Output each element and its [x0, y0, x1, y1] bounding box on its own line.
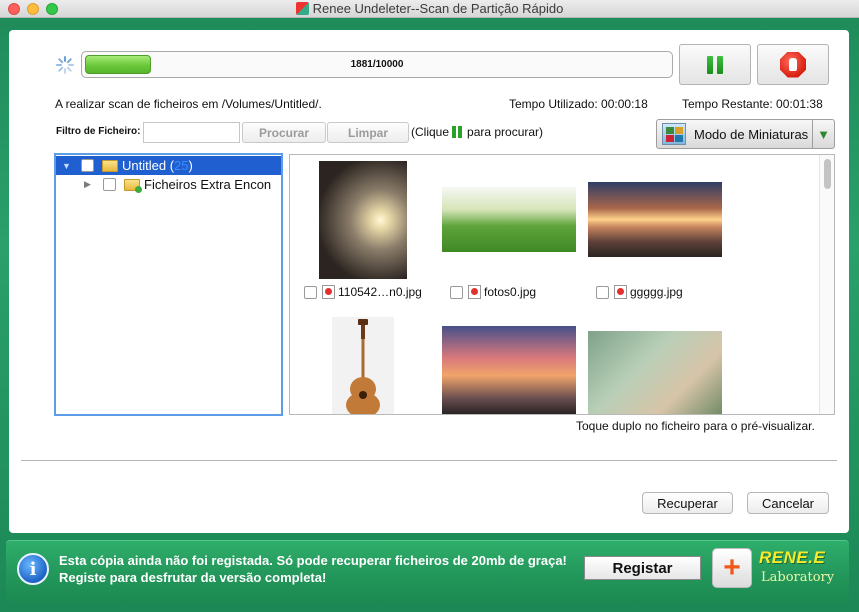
stop-button[interactable]: [757, 44, 829, 85]
registration-banner: i Esta cópia ainda não foi registada. Só…: [6, 540, 849, 602]
filter-label: Filtro de Ficheiro:: [56, 126, 141, 137]
thumbnail-image[interactable]: [332, 317, 394, 414]
collapse-triangle-icon[interactable]: ▶: [84, 179, 94, 190]
file-name: 110542…n0.jpg: [338, 285, 422, 299]
tree-item-count: 25: [174, 158, 189, 173]
pause-icon: [707, 55, 723, 74]
jpg-file-icon: [468, 285, 481, 299]
search-hint-before: (Clique: [411, 125, 450, 139]
file-checkbox[interactable]: [596, 285, 609, 299]
search-hint-after: para procurar): [467, 125, 544, 139]
expand-triangle-icon[interactable]: ▼: [62, 161, 72, 171]
progress-text: 1881/10000: [350, 59, 404, 70]
jpg-file-icon: [614, 285, 627, 299]
file-checkbox[interactable]: [450, 285, 463, 299]
file-name: fotos0.jpg: [484, 285, 537, 299]
cancel-button[interactable]: Cancelar: [747, 492, 829, 514]
dropdown-arrow-icon[interactable]: ▼: [812, 120, 834, 148]
recover-button[interactable]: Recuperar: [642, 492, 733, 514]
thumbnail-grid: 110542…n0.jpg fotos0.jpg ggggg.jpg: [289, 154, 835, 415]
extra-folder-icon: [124, 178, 142, 193]
folder-icon: [102, 159, 118, 172]
file-item[interactable]: fotos0.jpg: [450, 285, 536, 299]
title-bar: Renee Undeleter--Scan de Partição Rápido: [0, 0, 859, 18]
ukulele-image: [346, 319, 380, 414]
thumbnail-image[interactable]: [588, 331, 722, 414]
scan-progress-bar: 1881/10000: [81, 51, 673, 78]
search-button[interactable]: Procurar: [242, 122, 326, 143]
pause-hint-icon: [452, 126, 464, 141]
folder-tree: ▼ Untitled (25) ▶ Ficheiros Extra Encon: [54, 153, 283, 416]
info-icon: i: [17, 553, 49, 585]
stop-icon: [780, 51, 806, 78]
plus-icon: +: [723, 551, 741, 584]
file-item[interactable]: 110542…n0.jpg: [304, 285, 422, 299]
window-title-wrap: Renee Undeleter--Scan de Partição Rápido: [0, 1, 859, 16]
jpg-file-icon: [322, 285, 335, 299]
thumbnail-image[interactable]: [442, 187, 576, 252]
brand-subtitle: Laboratory: [761, 570, 835, 585]
window-title: Renee Undeleter--Scan de Partição Rápido: [312, 1, 564, 16]
view-mode-dropdown[interactable]: Modo de Miniaturas ▼: [656, 119, 835, 149]
pause-button[interactable]: [679, 44, 751, 85]
scan-status: A realizar scan de ficheiros em /Volumes…: [55, 97, 322, 111]
register-button[interactable]: Registar: [584, 556, 701, 580]
banner-message: Esta cópia ainda não foi registada. Só p…: [59, 553, 567, 585]
divider: [21, 460, 837, 461]
tree-item-label: Untitled (25): [122, 158, 193, 173]
time-used: Tempo Utilizado: 00:00:18: [509, 97, 648, 111]
tree-checkbox[interactable]: [103, 178, 116, 191]
thumbnail-image[interactable]: [442, 326, 576, 414]
tree-item-extra-files[interactable]: ▶ Ficheiros Extra Encon: [56, 175, 281, 194]
spinner-icon: [56, 56, 74, 74]
time-left: Tempo Restante: 00:01:38: [682, 97, 823, 111]
view-mode-label: Modo de Miniaturas: [694, 126, 809, 142]
thumbnail-mode-icon: [662, 123, 686, 145]
brand-name: RENE.E: [759, 548, 826, 567]
file-name: ggggg.jpg: [630, 285, 683, 299]
file-item[interactable]: ggggg.jpg: [596, 285, 683, 299]
tree-item-label: Ficheiros Extra Encon: [144, 177, 272, 192]
tree-checkbox[interactable]: [81, 159, 94, 172]
thumbnail-image[interactable]: [588, 182, 722, 257]
tree-item-name: Untitled: [122, 158, 167, 173]
scrollbar-thumb[interactable]: [824, 159, 831, 189]
app-icon: [295, 2, 309, 15]
grid-scrollbar[interactable]: [819, 155, 834, 414]
clear-button[interactable]: Limpar: [327, 122, 409, 143]
main-panel: 1881/10000 A realizar scan de ficheiros …: [9, 30, 849, 533]
filter-input[interactable]: [143, 122, 240, 143]
brand-logo-icon: +: [712, 548, 752, 588]
file-checkbox[interactable]: [304, 285, 317, 299]
thumbnail-image[interactable]: [319, 161, 407, 279]
search-hint: (Clique para procurar): [411, 125, 543, 141]
preview-hint: Toque duplo no ficheiro para o pré-visua…: [576, 419, 815, 433]
tree-item-untitled[interactable]: ▼ Untitled (25): [56, 156, 281, 175]
